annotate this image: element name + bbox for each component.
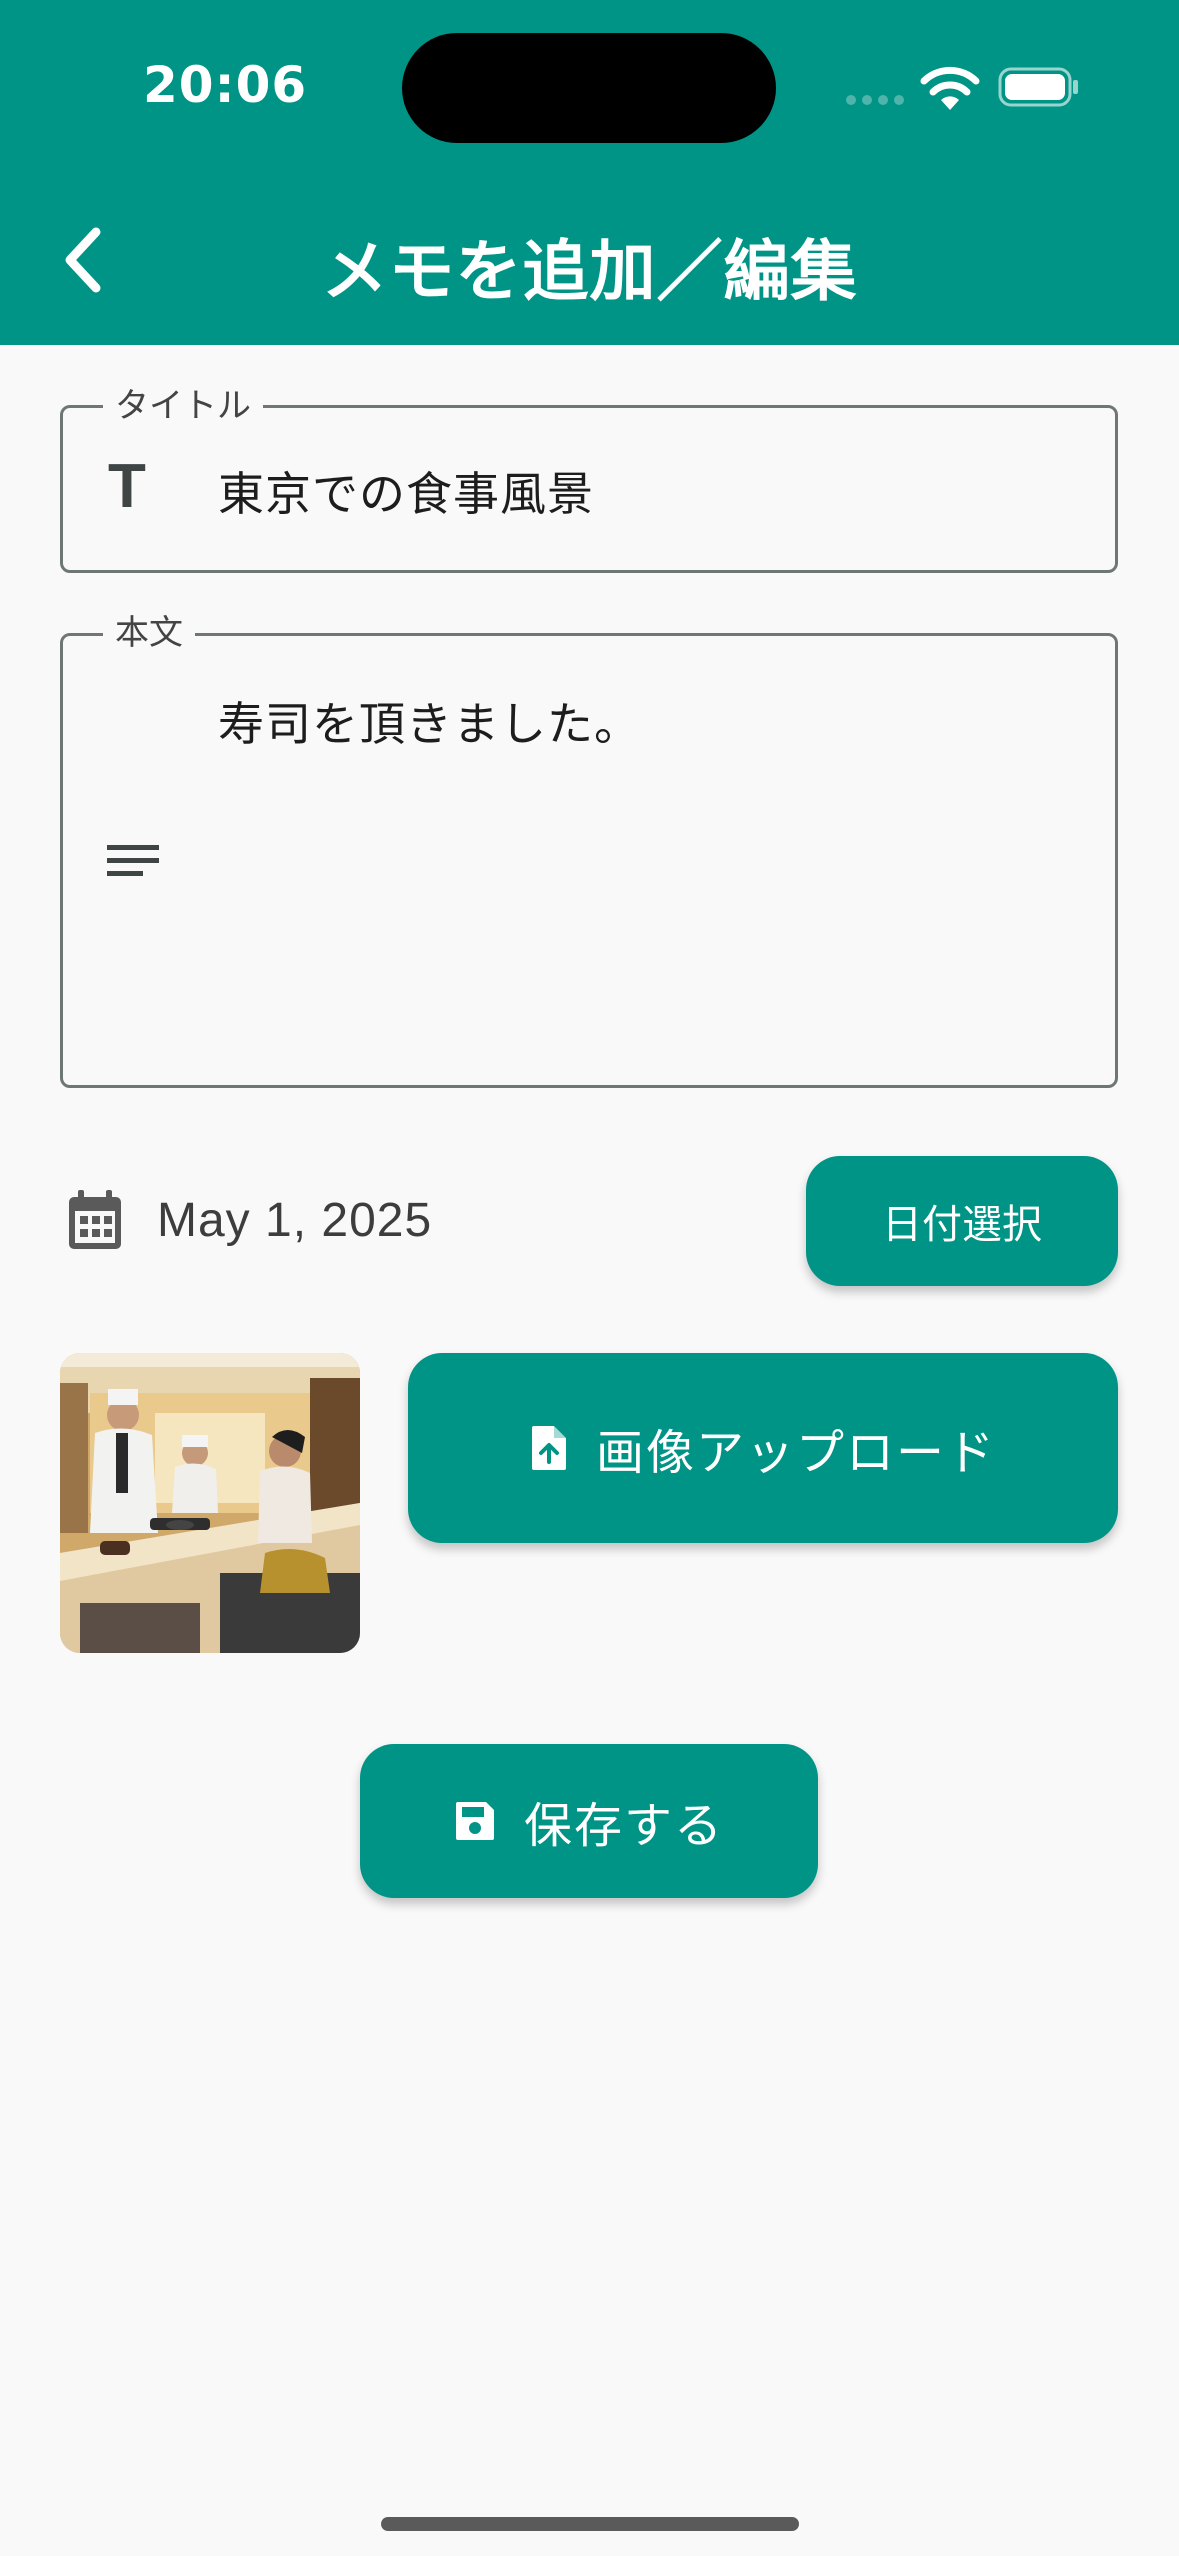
body-field[interactable]: 本文 寿司を頂きました。 xyxy=(60,610,1118,1088)
calendar-icon xyxy=(69,1190,121,1249)
select-date-button[interactable]: 日付選択 xyxy=(806,1156,1118,1286)
battery-icon xyxy=(998,67,1078,107)
cellular-signal-icon xyxy=(846,95,904,105)
title-field-label: タイトル xyxy=(103,383,263,429)
dynamic-island xyxy=(402,33,776,143)
title-text-icon: T xyxy=(108,452,146,521)
upload-image-button[interactable]: 画像アップロード xyxy=(408,1353,1118,1543)
status-time: 20:06 xyxy=(143,56,308,114)
title-field[interactable]: タイトル T 東京での食事風景 xyxy=(60,383,1118,573)
app-bar: 20:06 メモを追加／編集 xyxy=(0,0,1179,345)
body-textarea[interactable]: 寿司を頂きました。 xyxy=(218,688,641,754)
notes-lines-icon xyxy=(107,845,159,876)
body-field-label: 本文 xyxy=(103,610,195,656)
title-input[interactable]: 東京での食事風景 xyxy=(218,458,594,524)
upload-image-label: 画像アップロード xyxy=(595,1425,996,1481)
file-upload-icon xyxy=(531,1426,566,1470)
page-title: メモを追加／編集 xyxy=(321,233,858,310)
wifi-icon xyxy=(920,66,980,110)
home-indicator[interactable] xyxy=(381,2517,799,2531)
save-button[interactable]: 保存する xyxy=(360,1744,818,1898)
memo-image-thumbnail xyxy=(60,1353,360,1653)
select-date-label: 日付選択 xyxy=(882,1202,1042,1248)
save-label: 保存する xyxy=(523,1798,724,1854)
save-icon xyxy=(455,1802,494,1840)
selected-date: May 1, 2025 xyxy=(157,1194,433,1247)
